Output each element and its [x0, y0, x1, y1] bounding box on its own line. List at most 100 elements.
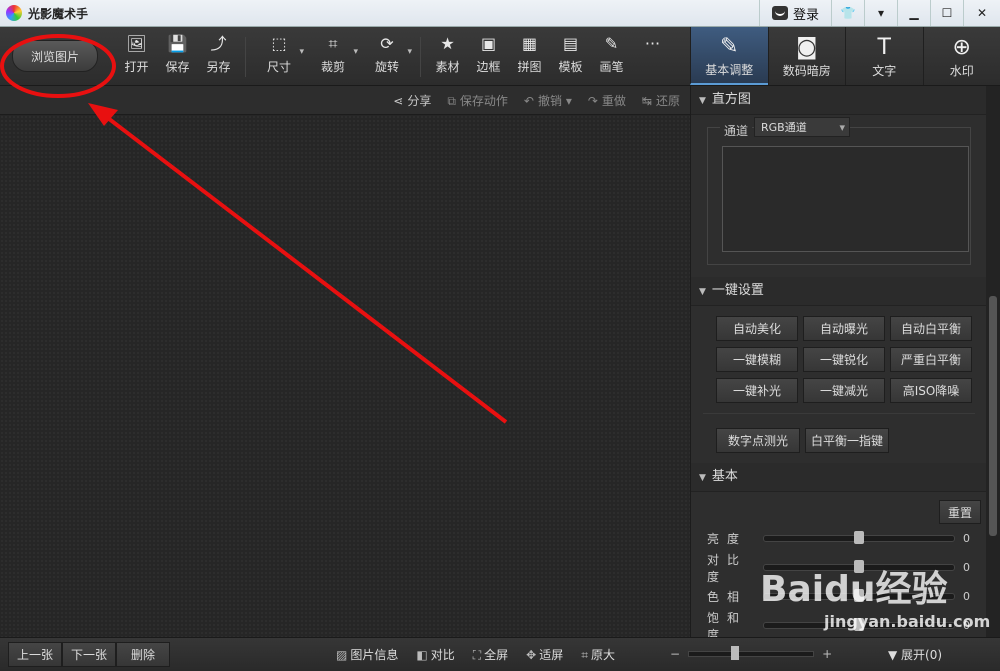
delete-button[interactable]: 删除	[116, 642, 170, 667]
tool-collage[interactable]: ▦拼图	[509, 33, 550, 81]
tool-label: 尺寸	[267, 58, 291, 75]
image-canvas[interactable]	[0, 115, 690, 637]
browse-images-button[interactable]: 浏览图片	[12, 40, 98, 72]
oneclick-button[interactable]: 自动曝光	[803, 316, 885, 341]
compare-button[interactable]: ◧对比	[416, 646, 454, 663]
app-logo-icon	[6, 5, 22, 21]
histogram-box: 通道 RGB通道	[707, 127, 971, 265]
share-icon: ⋖	[393, 94, 403, 108]
panel-scrollbar[interactable]	[986, 86, 1000, 637]
redo-label: 重做	[602, 94, 626, 108]
tool-template[interactable]: ▤模板	[550, 33, 591, 81]
toolbar-separator	[420, 37, 421, 77]
histogram-section-header[interactable]: ▼直方图	[691, 86, 987, 115]
oneclick-button[interactable]: 自动美化	[716, 316, 798, 341]
zoom-slider-knob[interactable]	[731, 646, 739, 660]
tool-save[interactable]: 💾保存	[157, 33, 198, 81]
oneclick-button[interactable]: 自动白平衡	[890, 316, 972, 341]
more-icon: ···	[645, 33, 660, 55]
channel-label: 通道	[720, 122, 752, 139]
prev-image-button[interactable]: 上一张	[8, 642, 62, 667]
original-label: 原大	[591, 648, 615, 662]
redo-icon: ↷	[588, 94, 598, 108]
collapse-icon: ▼	[699, 473, 706, 483]
tool-more[interactable]: ···	[632, 33, 673, 81]
scrollbar-thumb[interactable]	[989, 296, 997, 536]
slider-value: 0	[963, 532, 970, 545]
fullscreen-button[interactable]: ⛶全屏	[473, 646, 508, 663]
image-info-button[interactable]: ▨图片信息	[336, 646, 398, 663]
maximize-button[interactable]: ☐	[930, 0, 963, 26]
zoom-out-icon[interactable]: −	[670, 647, 680, 661]
expand-button[interactable]: ▼ 展开(0)	[888, 646, 942, 663]
tool-label: 打开	[124, 58, 148, 75]
share-button[interactable]: ⋖分享	[393, 92, 431, 109]
tool-open[interactable]: 🖼 打开	[116, 33, 157, 81]
tool-label: 边框	[476, 58, 500, 75]
next-image-button[interactable]: 下一张	[62, 642, 116, 667]
tab-watermark[interactable]: ⊕水印	[923, 27, 1000, 85]
tool-label: 旋转	[375, 58, 399, 75]
reset-button[interactable]: 重置	[939, 500, 981, 524]
tab-text[interactable]: T文字	[845, 27, 923, 85]
oneclick-button[interactable]: 高ISO降噪	[890, 378, 972, 403]
adjust-panel: ▼直方图 通道 RGB通道 ▼一键设置 自动美化自动曝光自动白平衡一键模糊一键锐…	[690, 86, 987, 637]
slider-track[interactable]	[763, 535, 955, 542]
restore-button[interactable]: ↹还原	[642, 92, 680, 109]
zoom-in-icon[interactable]: +	[822, 647, 832, 661]
slider-value: 0	[963, 590, 970, 603]
fit-label: 适屏	[539, 648, 563, 662]
oneclick-button[interactable]: 一键补光	[716, 378, 798, 403]
channel-select[interactable]: RGB通道	[754, 117, 850, 137]
redo-button[interactable]: ↷ 重做	[588, 92, 626, 109]
oneclick-section-header[interactable]: ▼一键设置	[691, 277, 987, 306]
minimize-button[interactable]: ▁	[897, 0, 930, 26]
oneclick-button[interactable]: 一键模糊	[716, 347, 798, 372]
skin-button[interactable]: 👕	[831, 0, 864, 26]
tool-brush[interactable]: ✎画笔	[591, 33, 632, 81]
restore-label: 还原	[656, 94, 680, 108]
tab-label: 水印	[950, 62, 974, 79]
fit-screen-button[interactable]: ✥适屏	[526, 646, 563, 663]
oneclick-button[interactable]: 一键锐化	[803, 347, 885, 372]
tab-adjust[interactable]: ✎基本调整	[690, 27, 768, 85]
tool-border[interactable]: ▣边框	[468, 33, 509, 81]
login-button[interactable]: 登录	[759, 0, 831, 26]
tab-label: 文字	[872, 62, 896, 79]
slider-knob[interactable]	[854, 531, 864, 544]
watermark-url: jingyan.baidu.com	[824, 612, 990, 631]
menu-button[interactable]: ▾	[864, 0, 897, 26]
tool-save-as[interactable]: ⤴另存	[198, 33, 239, 81]
tool-label: 拼图	[517, 58, 541, 75]
tool-label: 画笔	[599, 58, 623, 75]
tool-crop[interactable]: ⌗裁剪	[306, 33, 360, 81]
toolbar-separator	[245, 37, 246, 77]
main-toolbar: 浏览图片 🖼 打开 💾保存⤴另存 ⬚尺寸⌗裁剪⟳旋转 ★素材▣边框▦拼图▤模板✎画笔 ··…	[0, 27, 1000, 86]
compare-label: 对比	[431, 648, 455, 662]
zoom-slider[interactable]	[688, 651, 814, 657]
oneclick-extra-button[interactable]: 白平衡一指键	[805, 428, 889, 453]
collapse-icon: ▼	[699, 96, 706, 106]
oneclick-button[interactable]: 一键减光	[803, 378, 885, 403]
app-title: 光影魔术手	[28, 5, 88, 22]
basic-section-header[interactable]: ▼ 基本	[691, 463, 987, 492]
save-action-button[interactable]: ⧉保存动作	[447, 92, 508, 109]
open-icon: 🖼	[126, 33, 146, 55]
original-size-button[interactable]: ⌗原大	[581, 646, 615, 663]
close-button[interactable]: ✕	[963, 0, 1000, 26]
basic-title: 基本	[712, 469, 738, 484]
watermark-icon: ⊕	[953, 34, 971, 62]
fullscreen-label: 全屏	[484, 648, 508, 662]
image-icon: ▨	[336, 648, 347, 662]
tool-resize[interactable]: ⬚尺寸	[252, 33, 306, 81]
save-action-label: 保存动作	[460, 94, 508, 108]
oneclick-extra-button[interactable]: 数字点测光	[716, 428, 800, 453]
tab-label: 数码暗房	[783, 62, 831, 79]
oneclick-button[interactable]: 严重白平衡	[890, 347, 972, 372]
tab-label: 基本调整	[705, 61, 753, 78]
tool-material[interactable]: ★素材	[427, 33, 468, 81]
tab-camera[interactable]: ◙数码暗房	[768, 27, 846, 85]
tool-label: 模板	[558, 58, 582, 75]
undo-button[interactable]: ↶撤销 ▾	[524, 92, 572, 109]
tool-rotate[interactable]: ⟳旋转	[360, 33, 414, 81]
